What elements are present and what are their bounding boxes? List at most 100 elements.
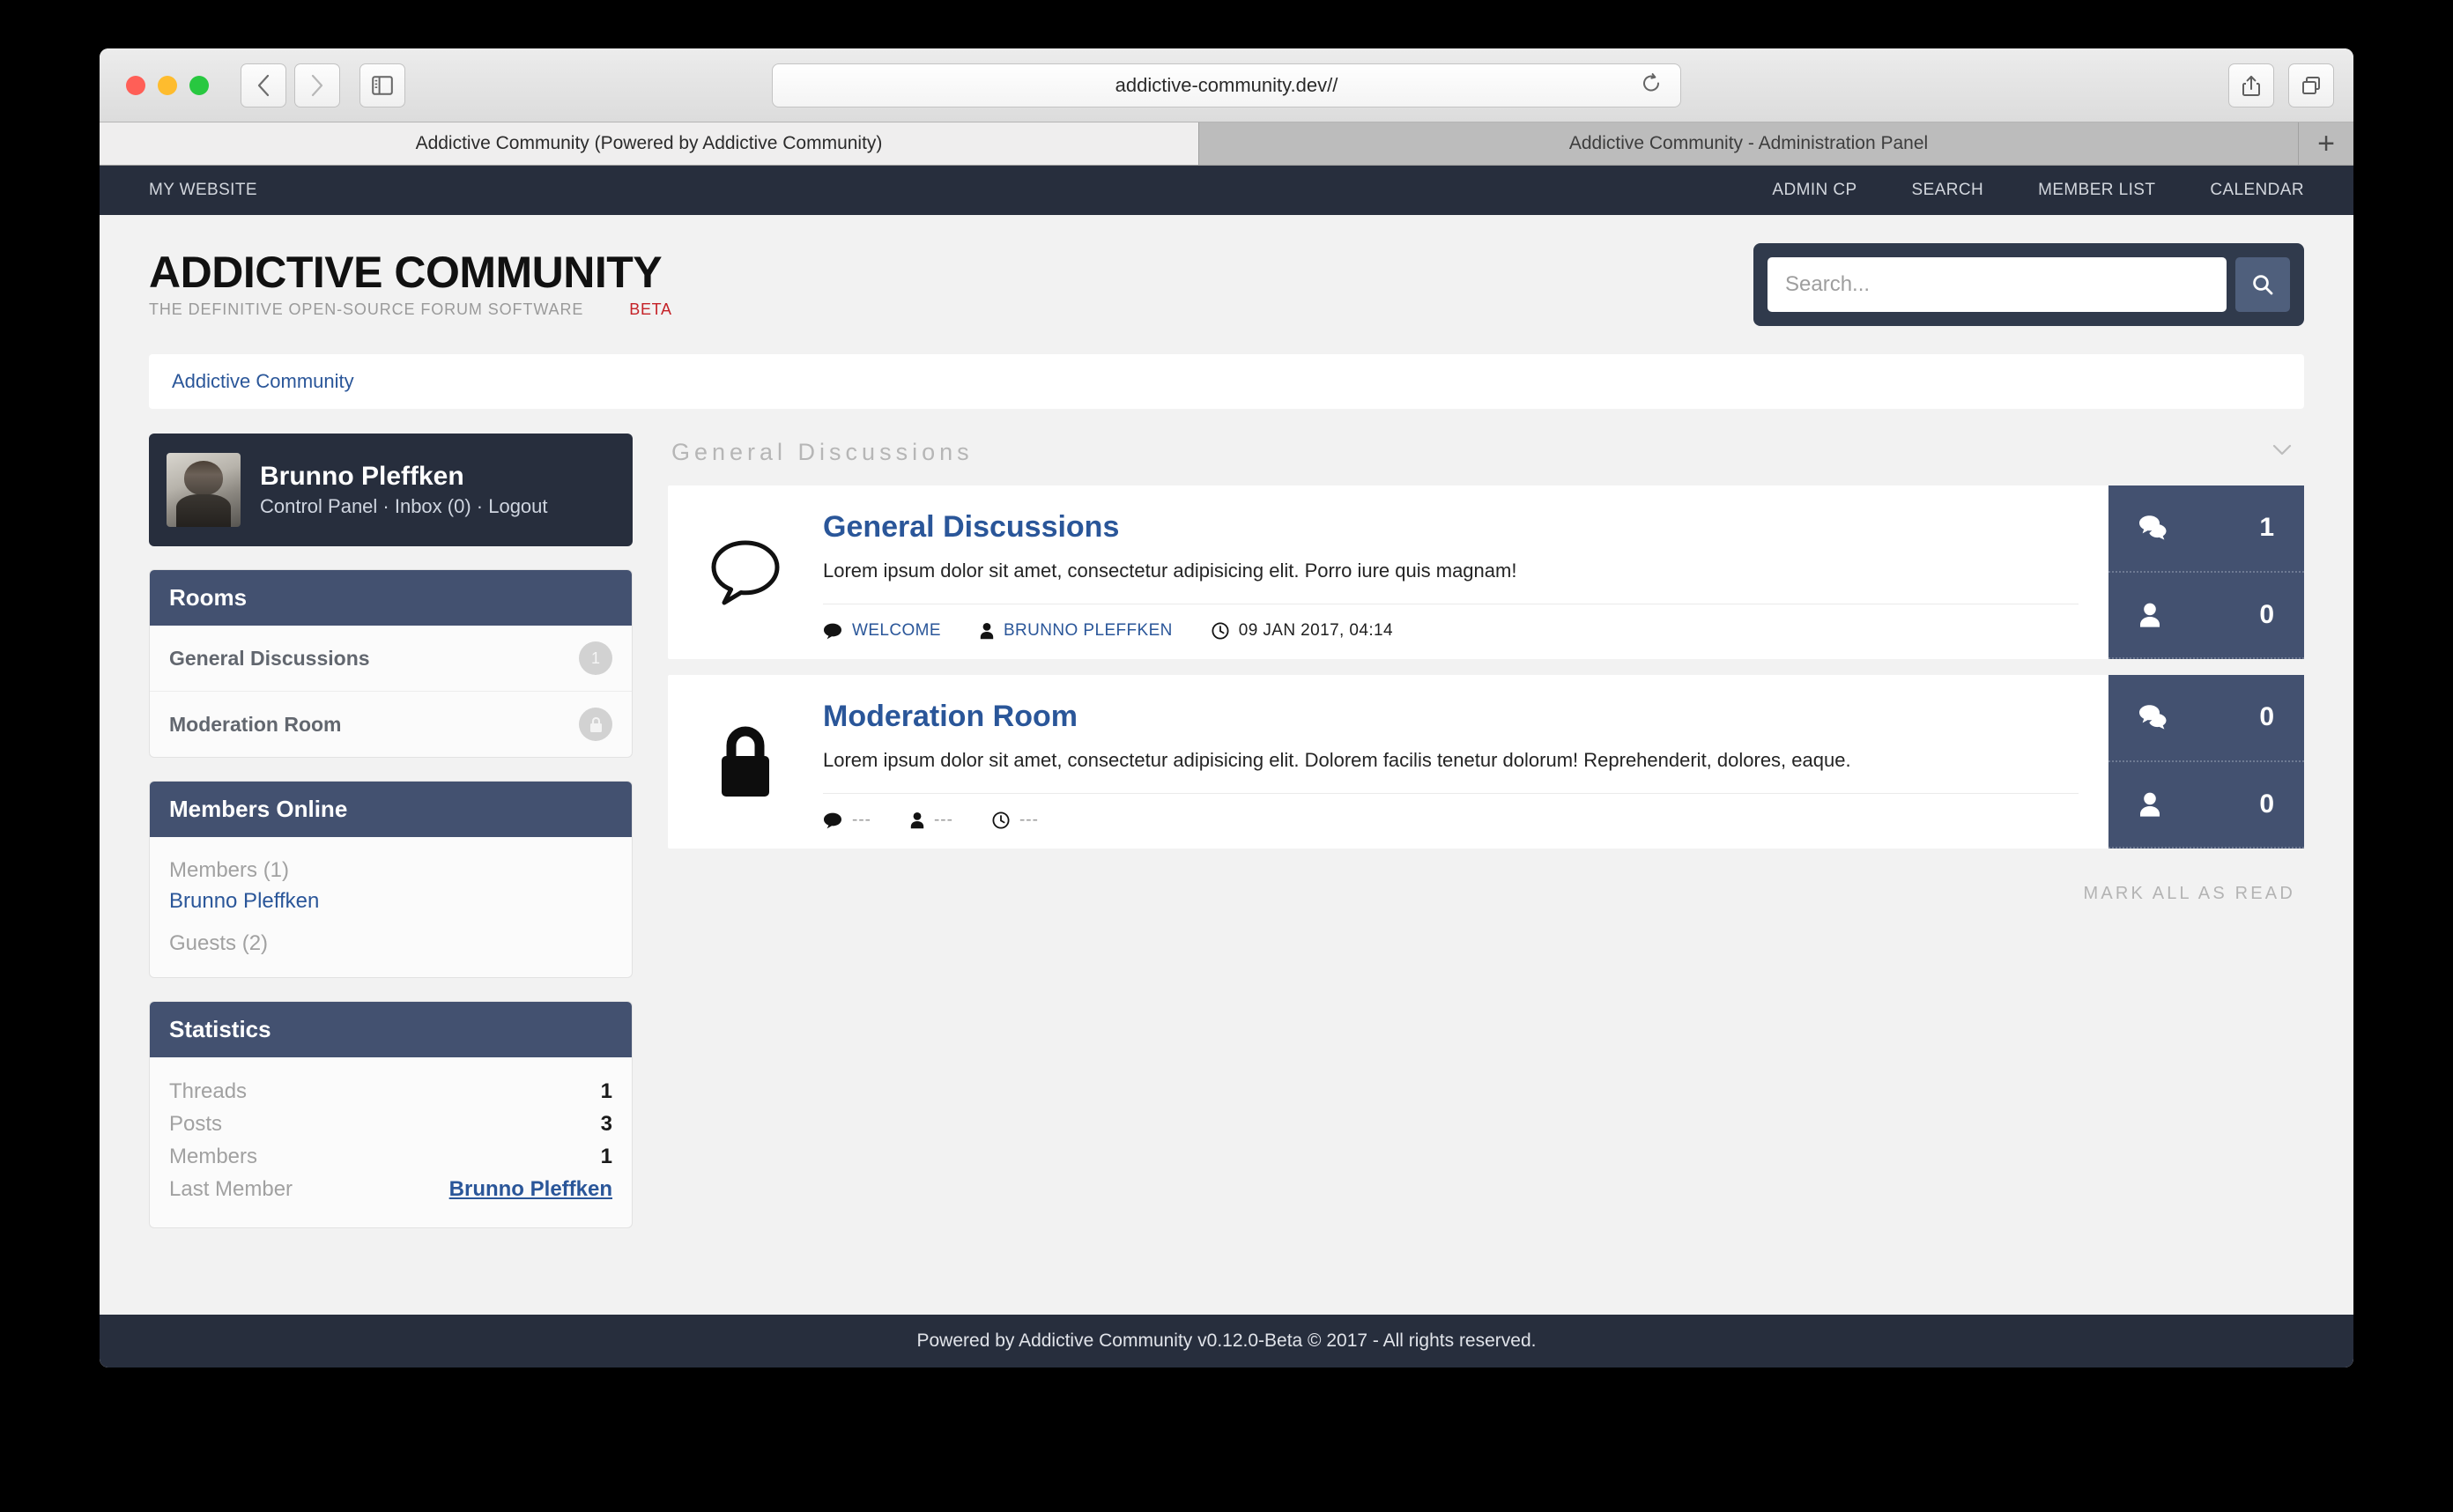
search-button[interactable] <box>2235 257 2290 312</box>
nav-calendar[interactable]: CALENDAR <box>2210 181 2304 200</box>
new-tab-button[interactable]: + <box>2299 122 2353 165</box>
room-body: Moderation Room Lorem ipsum dolor sit am… <box>823 675 2108 849</box>
user-links[interactable]: Control Panel · Inbox (0) · Logout <box>260 494 548 520</box>
share-icon <box>2242 76 2260 96</box>
nav-member-list[interactable]: MEMBER LIST <box>2038 181 2155 200</box>
maximize-window-button[interactable] <box>189 75 209 95</box>
url-text: addictive-community.dev// <box>1115 74 1338 96</box>
site-footer: Powered by Addictive Community v0.12.0-B… <box>100 1315 2353 1367</box>
guests-count-label: Guests (2) <box>169 930 269 955</box>
members-online-title: Members Online <box>150 782 632 837</box>
reload-icon <box>1643 73 1660 92</box>
room-description: Lorem ipsum dolor sit amet, consectetur … <box>823 748 1851 771</box>
meta-last-author[interactable]: BRUNNO PLEFFKEN <box>980 621 1173 641</box>
mark-all-as-read-button[interactable]: MARK ALL AS READ <box>2083 884 2295 903</box>
room-description: Lorem ipsum dolor sit amet, consectetur … <box>823 559 1517 582</box>
browser-tab-1-label: Addictive Community (Powered by Addictiv… <box>415 133 883 153</box>
meta-last-thread[interactable]: WELCOME <box>823 621 941 641</box>
mark-all-read-wrapper: MARK ALL AS READ <box>668 864 2304 904</box>
room-members-count: 0 <box>2259 789 2274 819</box>
last-member-link[interactable]: Brunno Pleffken <box>449 1173 612 1205</box>
members-online-panel: Members Online Members (1) Brunno Pleffk… <box>149 781 633 978</box>
room-card[interactable]: General Discussions Lorem ipsum dolor si… <box>668 485 2304 660</box>
site-logo[interactable]: ADDICTIVE COMMUNITY THE DEFINITIVE OPEN-… <box>149 250 672 319</box>
meta-author-label: --- <box>933 811 953 830</box>
statistic-label: Last Member <box>169 1177 293 1202</box>
toolbar-right-buttons <box>2228 63 2334 107</box>
room-card[interactable]: Moderation Room Lorem ipsum dolor sit am… <box>668 675 2304 849</box>
avatar <box>167 453 241 527</box>
browser-tab-2[interactable]: Addictive Community - Administration Pan… <box>1199 122 2299 165</box>
sidebar-room-moderation-room[interactable]: Moderation Room <box>150 692 632 757</box>
comment-icon <box>823 812 842 829</box>
chevron-down-icon <box>2272 444 2292 456</box>
user-info: Brunno Pleffken Control Panel · Inbox (0… <box>260 461 548 520</box>
nav-my-website[interactable]: MY WEBSITE <box>149 181 257 200</box>
nav-search[interactable]: SEARCH <box>1912 181 1984 200</box>
room-posts-count: 0 <box>2259 702 2274 732</box>
user-icon <box>2138 791 2161 818</box>
main-column: General Discussions General Discussions … <box>668 434 2304 1228</box>
browser-tab-2-label: Addictive Community - Administration Pan… <box>1568 133 1929 153</box>
back-arrow-icon <box>257 74 270 96</box>
browser-tab-1[interactable]: Addictive Community (Powered by Addictiv… <box>100 122 1199 165</box>
nav-admin-cp[interactable]: ADMIN CP <box>1772 181 1856 200</box>
room-body: General Discussions Lorem ipsum dolor si… <box>823 485 2108 659</box>
statistic-label: Posts <box>169 1111 223 1136</box>
breadcrumb: Addictive Community <box>149 354 2304 409</box>
breadcrumb-item-home[interactable]: Addictive Community <box>172 370 354 393</box>
lock-icon <box>722 726 769 797</box>
close-window-button[interactable] <box>126 75 145 95</box>
category-title: General Discussions <box>671 439 974 465</box>
room-title-link[interactable]: General Discussions <box>823 508 1119 546</box>
sidebar-room-label[interactable]: General Discussions <box>169 647 370 671</box>
statistic-label: Members <box>169 1145 258 1169</box>
tab-overview-button[interactable] <box>2288 63 2334 107</box>
room-stats-panel: 1 0 <box>2108 485 2304 660</box>
room-title-link[interactable]: Moderation Room <box>823 698 1078 736</box>
reload-button[interactable] <box>1640 72 1663 100</box>
plus-icon: + <box>2317 126 2335 160</box>
sidebar-toggle-button[interactable] <box>359 63 405 107</box>
meta-last-author: --- <box>910 811 953 830</box>
site-tagline: THE DEFINITIVE OPEN-SOURCE FORUM SOFTWAR… <box>149 300 584 318</box>
user-profile-box: Brunno Pleffken Control Panel · Inbox (0… <box>149 434 633 546</box>
room-posts-count: 1 <box>2259 513 2274 543</box>
user-icon <box>980 622 994 640</box>
forward-button[interactable] <box>294 63 340 107</box>
browser-window: addictive-community.dev// Addictive Comm… <box>100 48 2353 1367</box>
category-collapse-button[interactable] <box>2272 444 2292 461</box>
body-wrapper: Brunno Pleffken Control Panel · Inbox (0… <box>100 409 2353 1228</box>
forward-arrow-icon <box>311 74 323 96</box>
statistics-panel: Statistics Threads 1 Posts 3 Members 1 L… <box>149 1000 633 1228</box>
meta-thread-label: --- <box>852 811 871 830</box>
tab-overview-icon <box>2302 77 2320 94</box>
page-content: MY WEBSITE ADMIN CP SEARCH MEMBER LIST C… <box>100 166 2353 1367</box>
site-top-navigation: MY WEBSITE ADMIN CP SEARCH MEMBER LIST C… <box>100 166 2353 215</box>
room-stats-panel: 0 0 <box>2108 675 2304 849</box>
sidebar-toggle-icon <box>372 75 393 95</box>
back-button[interactable] <box>241 63 286 107</box>
address-bar[interactable]: addictive-community.dev// <box>772 63 1681 107</box>
lock-badge <box>579 708 612 741</box>
share-button[interactable] <box>2228 63 2274 107</box>
meta-thread-label[interactable]: WELCOME <box>852 621 941 641</box>
online-member-link[interactable]: Brunno Pleffken <box>169 886 612 917</box>
comments-icon <box>2138 704 2168 730</box>
room-members-count: 0 <box>2259 599 2274 629</box>
room-icon-wrapper <box>668 675 823 849</box>
statistic-label: Threads <box>169 1078 248 1103</box>
search-box <box>1753 243 2304 326</box>
statistic-row: Threads 1 <box>169 1075 612 1108</box>
tab-bar: Addictive Community (Powered by Addictiv… <box>100 122 2353 166</box>
rooms-panel: Rooms General Discussions 1 Moderation R… <box>149 569 633 758</box>
statistic-value: 1 <box>600 1078 612 1103</box>
sidebar-room-general-discussions[interactable]: General Discussions 1 <box>150 626 632 692</box>
sidebar-room-label[interactable]: Moderation Room <box>169 713 342 737</box>
minimize-window-button[interactable] <box>158 75 177 95</box>
search-input[interactable] <box>1767 257 2227 312</box>
meta-author-label[interactable]: BRUNNO PLEFFKEN <box>1004 621 1173 641</box>
window-controls <box>126 75 209 95</box>
room-members-stat: 0 <box>2108 762 2304 849</box>
user-icon <box>910 812 924 829</box>
